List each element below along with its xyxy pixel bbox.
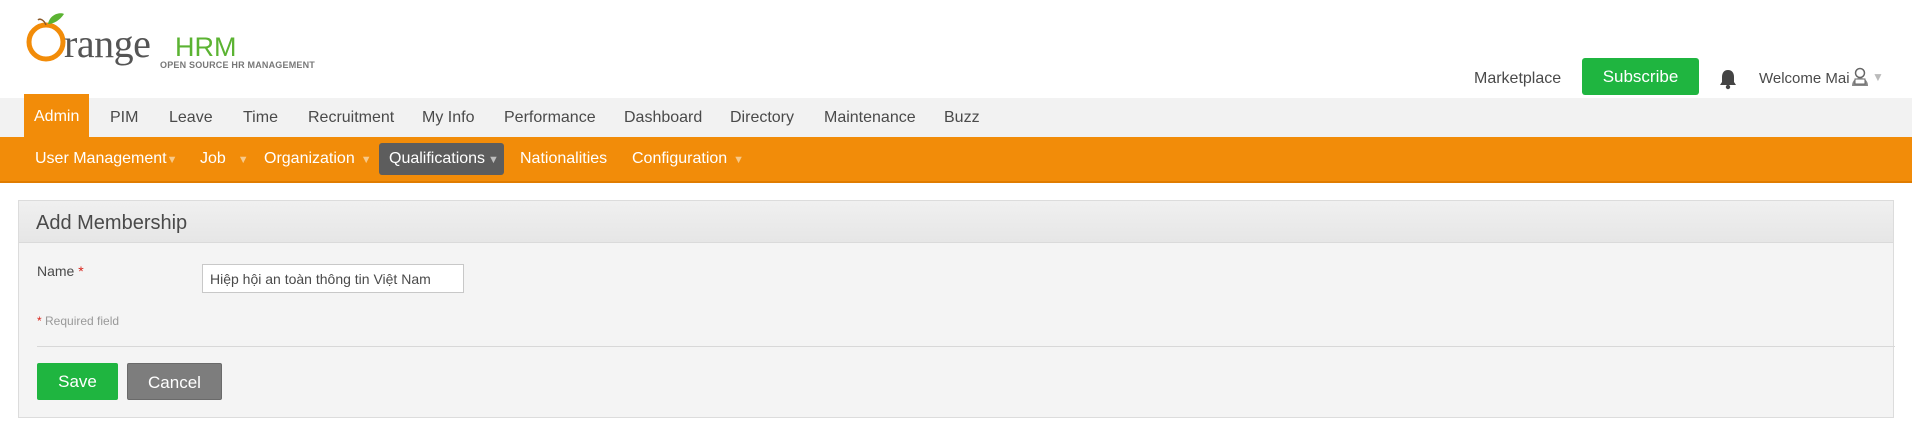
sub-nav-nationalities[interactable]: Nationalities <box>510 143 617 175</box>
welcome-user[interactable]: Welcome Mai <box>1759 70 1850 87</box>
main-nav-maintenance[interactable]: Maintenance <box>814 98 926 137</box>
main-nav-recruitment[interactable]: Recruitment <box>298 98 404 137</box>
header: range HRM OPEN SOURCE HR MANAGEMENT Mark… <box>0 0 1912 98</box>
main-nav-admin[interactable]: Admin <box>24 94 90 137</box>
name-field-label: Name * <box>37 263 84 279</box>
subscribe-button[interactable]: Subscribe <box>1582 58 1699 95</box>
sub-nav-label: Configuration <box>632 150 728 167</box>
chevron-down-icon[interactable]: ▼ <box>1872 70 1884 84</box>
sub-nav-label: Job <box>200 150 226 167</box>
sub-nav-label: Nationalities <box>520 150 608 167</box>
sub-nav-user-management[interactable]: User Management▼ <box>25 143 188 175</box>
chevron-down-icon: ▼ <box>733 154 745 166</box>
header-actions: Marketplace Subscribe Welcome Mai ▼ <box>0 58 1912 98</box>
main-nav-time[interactable]: Time <box>233 98 288 137</box>
chevron-down-icon: ▼ <box>166 154 178 166</box>
chevron-down-icon: ▼ <box>488 154 499 166</box>
sub-nav-label: Organization <box>264 150 355 167</box>
page-title: Add Membership <box>36 212 188 234</box>
main-nav-directory[interactable]: Directory <box>720 98 804 137</box>
sub-nav-configuration[interactable]: Configuration ▼ <box>622 143 754 175</box>
add-membership-panel: Add Membership Name * * Required field S… <box>18 200 1895 418</box>
name-label-text: Name <box>37 263 75 279</box>
required-star: * <box>37 314 42 328</box>
sub-nav-label: Qualifications <box>389 150 486 167</box>
bell-icon[interactable] <box>1718 68 1738 90</box>
cancel-button[interactable]: Cancel <box>127 363 222 400</box>
sub-nav-qualifications[interactable]: Qualifications ▼ <box>379 143 504 175</box>
user-icon[interactable] <box>1851 67 1869 87</box>
sub-nav-organization[interactable]: Organization ▼ <box>254 143 382 175</box>
main-nav-performance[interactable]: Performance <box>494 98 606 137</box>
save-button[interactable]: Save <box>37 363 118 400</box>
form-divider <box>37 346 1895 347</box>
required-field-note: * Required field <box>37 314 119 328</box>
main-nav: Admin PIM Leave Time Recruitment My Info… <box>0 94 1912 137</box>
name-input[interactable] <box>202 264 464 293</box>
chevron-down-icon: ▼ <box>360 154 372 166</box>
main-nav-dashboard[interactable]: Dashboard <box>614 98 712 137</box>
sub-nav: User Management▼ Job ▼ Organization ▼ Qual… <box>0 137 1912 183</box>
main-nav-leave[interactable]: Leave <box>159 98 223 137</box>
main-nav-pim[interactable]: PIM <box>100 98 148 137</box>
sub-nav-job[interactable]: Job ▼ <box>190 143 259 175</box>
main-nav-my-info[interactable]: My Info <box>412 98 484 137</box>
main-nav-buzz[interactable]: Buzz <box>934 98 990 137</box>
required-star: * <box>78 263 84 279</box>
marketplace-link[interactable]: Marketplace <box>1474 70 1561 88</box>
chevron-down-icon: ▼ <box>237 154 249 166</box>
sub-nav-label: User Management <box>35 150 167 167</box>
required-note-text: Required field <box>45 314 120 328</box>
panel-header: Add Membership <box>19 201 1893 243</box>
